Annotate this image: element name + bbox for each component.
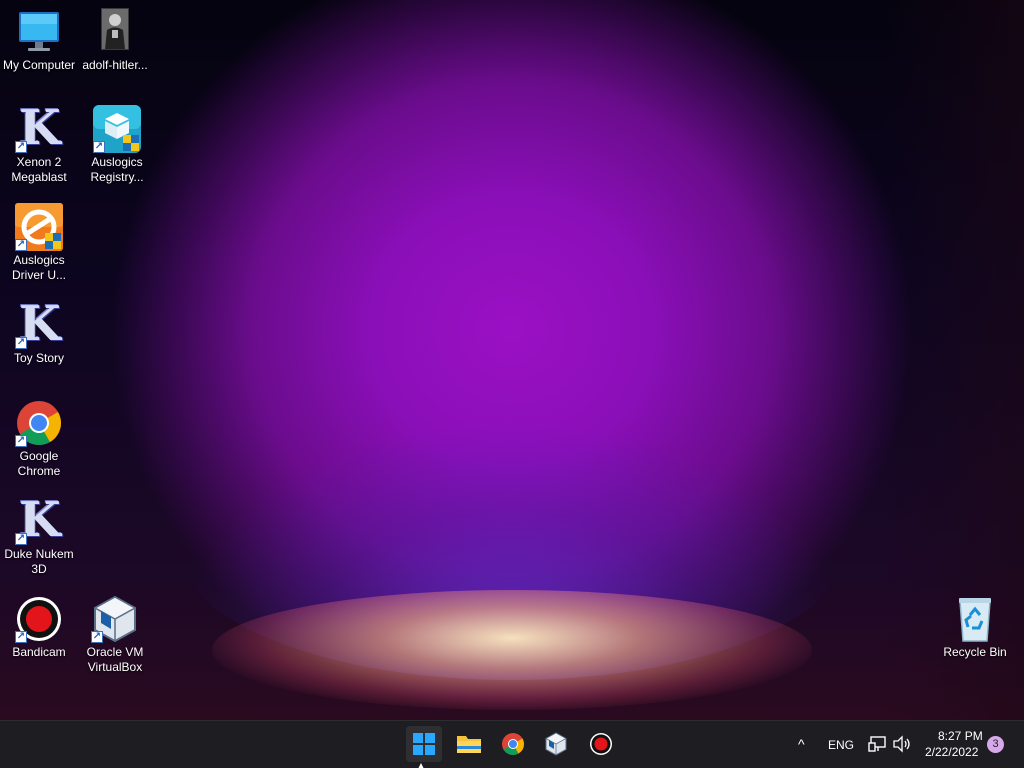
virtualbox-icon [545, 732, 567, 756]
notification-badge[interactable]: 3 [987, 736, 1004, 753]
volume-icon[interactable] [892, 735, 912, 758]
auslogics-driver-icon: ↗ [15, 203, 63, 251]
desktop-icon-auslogics-registry[interactable]: ↗ Auslogics Registry... [79, 105, 155, 185]
chrome-icon [502, 733, 524, 755]
wallpaper-ring [112, 0, 912, 700]
desktop-icon-google-chrome[interactable]: ↗ Google Chrome [1, 399, 77, 479]
desktop-icon-label: My Computer [2, 58, 76, 72]
desktop-icon-toy-story[interactable]: K ↗ Toy Story [1, 296, 77, 366]
desktop-icon-virtualbox[interactable]: ↗ Oracle VM VirtualBox [77, 595, 153, 675]
desktop-icon-label: Oracle VM VirtualBox [86, 645, 144, 674]
wallpaper-bottom-glow [212, 590, 812, 710]
language-indicator[interactable]: ENG [828, 738, 854, 752]
shortcut-arrow-icon: ↗ [91, 631, 103, 643]
monitor-icon [15, 8, 63, 56]
shortcut-arrow-icon: ↗ [15, 435, 27, 447]
desktop-icon-label: Duke Nukem 3D [4, 547, 74, 576]
desktop-icon-my-computer[interactable]: My Computer [1, 8, 77, 73]
desktop-icon-auslogics-driver[interactable]: ↗ Auslogics Driver U... [1, 203, 77, 283]
start-button[interactable] [406, 726, 442, 762]
shortcut-arrow-icon: ↗ [15, 631, 27, 643]
taskbar-chrome[interactable] [495, 726, 531, 762]
network-icon[interactable] [868, 735, 888, 758]
clock-time[interactable]: 8:27 PM [938, 729, 983, 743]
clock-date[interactable]: 2/22/2022 [925, 745, 978, 759]
desktop-icon-bandicam[interactable]: ↗ Bandicam [1, 595, 77, 660]
desktop-icon-recycle-bin[interactable]: Recycle Bin [937, 595, 1013, 660]
desktop-icon-xenon-2[interactable]: K ↗ Xenon 2 Megablast [1, 100, 77, 185]
desktop-icon-label: Recycle Bin [943, 645, 1007, 659]
virtualbox-cube-icon: ↗ [91, 595, 139, 643]
shortcut-arrow-icon: ↗ [15, 141, 27, 153]
shortcut-arrow-icon: ↗ [15, 337, 27, 349]
taskbar-file-explorer[interactable] [451, 726, 487, 762]
wallpaper-inner-glow [180, 420, 844, 680]
chrome-icon: ↗ [15, 399, 63, 447]
shortcut-arrow-icon: ↗ [15, 533, 27, 545]
shortcut-arrow-icon: ↗ [93, 141, 105, 153]
shortcut-arrow-icon: ↗ [15, 239, 27, 251]
auslogics-registry-icon: ↗ [93, 105, 141, 153]
file-explorer-icon [457, 736, 481, 753]
mouse-cursor-icon [418, 763, 424, 769]
desktop-icon-label: Google Chrome [17, 449, 61, 478]
recycle-bin-icon [951, 595, 999, 643]
desktop-icon-label: Auslogics Driver U... [12, 253, 66, 282]
desktop-icon-label: adolf-hitler... [82, 58, 148, 72]
k-game-icon: K ↗ [15, 296, 61, 352]
desktop-icon-image-file[interactable]: adolf-hitler... [77, 8, 153, 73]
bandicam-record-icon: ↗ [15, 595, 63, 643]
desktop-icon-label: Auslogics Registry... [90, 155, 144, 184]
desktop-icon-label: Toy Story [13, 351, 64, 365]
desktop-icon-label: Xenon 2 Megablast [11, 155, 67, 184]
taskbar-bandicam[interactable] [583, 726, 619, 762]
bandicam-icon [590, 733, 612, 755]
taskbar-virtualbox[interactable] [538, 726, 574, 762]
taskbar: ^ ENG 8:27 PM 2/22/2022 3 [0, 720, 1024, 769]
k-game-icon: K ↗ [15, 492, 61, 548]
k-game-icon: K ↗ [15, 100, 61, 156]
desktop-wallpaper[interactable]: My Computer adolf-hitler... K ↗ Xenon 2 … [0, 0, 1024, 720]
photo-thumbnail-icon [91, 8, 139, 56]
desktop-icon-duke-nukem[interactable]: K ↗ Duke Nukem 3D [1, 492, 77, 577]
windows-start-icon [413, 733, 435, 755]
desktop-icon-label: Bandicam [12, 645, 66, 659]
tray-overflow-chevron[interactable]: ^ [798, 736, 805, 752]
